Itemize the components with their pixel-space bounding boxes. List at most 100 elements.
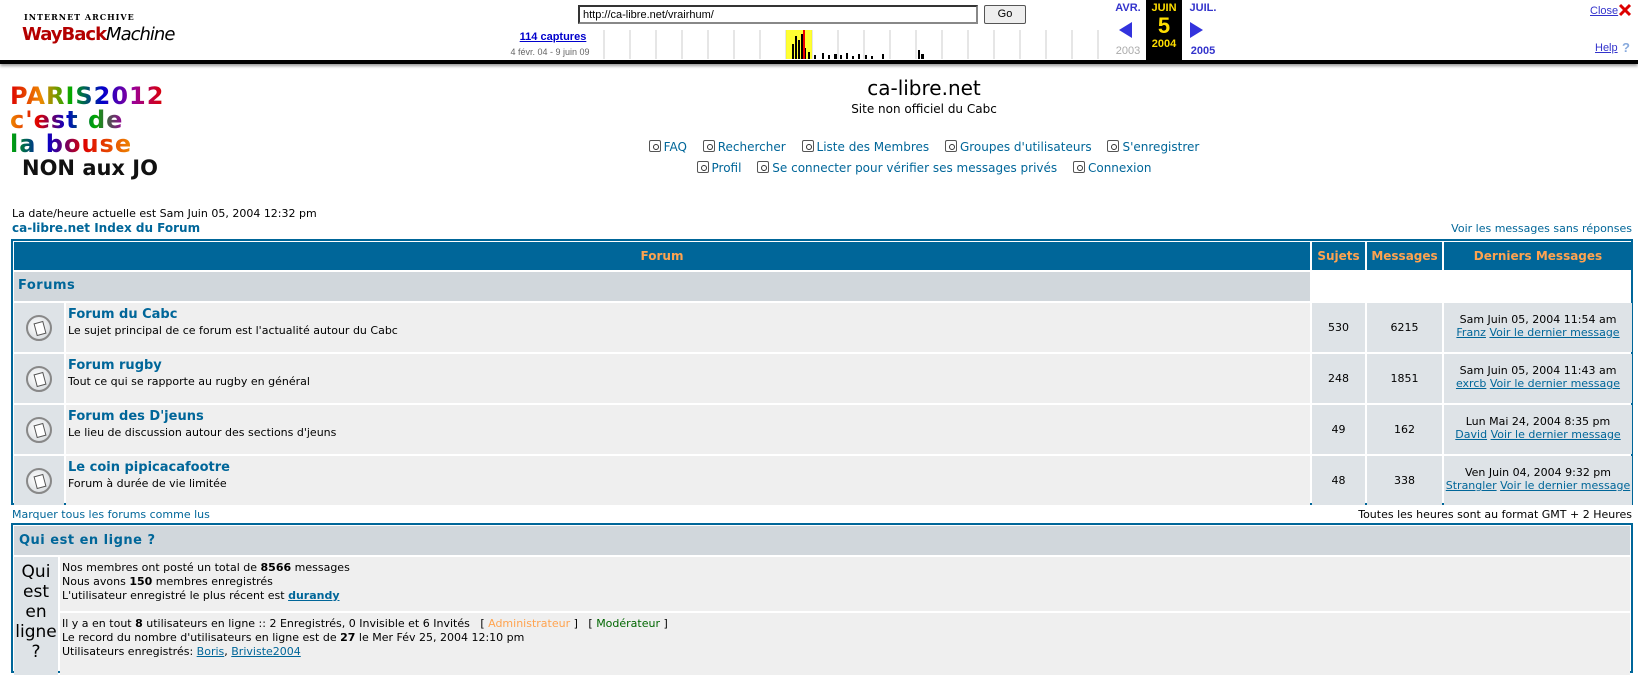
mark-all-read-link[interactable]: Marquer tous les forums comme lus (12, 508, 210, 521)
last-post-view-link[interactable]: Voir le dernier message (1489, 326, 1619, 339)
last-post-date: Sam Juin 05, 2004 11:54 am (1459, 313, 1617, 326)
forum-icon-cell (14, 303, 64, 352)
sparkline-gridlines (603, 30, 1099, 59)
online-users: Il y a en tout 8 utilisateurs en ligne :… (60, 613, 1630, 675)
groups-icon (944, 140, 957, 152)
last-post-user-link[interactable]: Strangler (1446, 479, 1497, 492)
nav-login-label: Connexion (1087, 161, 1152, 175)
nav-profile[interactable]: Profil (696, 161, 741, 175)
forum-posts-count: 162 (1367, 405, 1442, 454)
next-month-link[interactable]: JUIL. (1185, 2, 1221, 14)
last-post-user-link[interactable]: David (1455, 428, 1487, 441)
nav-members[interactable]: Liste des Membres (801, 140, 930, 154)
nav-search[interactable]: Rechercher (702, 140, 786, 154)
nav-members-label: Liste des Membres (816, 140, 930, 154)
last-post-date: Lun Mai 24, 2004 8:35 pm (1465, 415, 1611, 428)
forum-last-post: Ven Juin 04, 2004 9:32 pm Strangler Voir… (1444, 456, 1632, 505)
capture-sparkline[interactable] (582, 30, 1112, 59)
members-icon (801, 140, 814, 152)
forum-icon-cell (14, 456, 64, 505)
users-online-line: Il y a en tout 8 utilisateurs en ligne :… (62, 617, 668, 630)
legend-admin: Administrateur (488, 617, 571, 630)
nav-groups[interactable]: Groupes d'utilisateurs (944, 140, 1092, 154)
online-stats: Nos membres ont posté un total de 8566 m… (60, 557, 1630, 611)
site-title: ca-libre.net (867, 76, 981, 100)
forum-index-link[interactable]: ca-libre.net Index du Forum (12, 221, 200, 235)
go-button[interactable]: Go (984, 5, 1026, 24)
col-header-posts: Messages (1367, 242, 1442, 270)
nav-private-messages[interactable]: Se connecter pour vérifier ses messages … (757, 161, 1057, 175)
forum-description: Le sujet principal de ce forum est l'act… (68, 324, 398, 337)
user-link-boris[interactable]: Boris (197, 645, 225, 658)
nav-register[interactable]: S'enregistrer (1107, 140, 1199, 154)
next-year-link[interactable]: 2005 (1185, 45, 1221, 57)
url-input[interactable] (578, 5, 978, 24)
last-post-links: Strangler Voir le dernier message (1444, 479, 1632, 492)
nav-faq-label: FAQ (663, 140, 687, 154)
help-link[interactable]: Help (1595, 42, 1618, 54)
forum-name-link[interactable]: Le coin pipicacafootre (68, 460, 230, 475)
stat-total-posts: Nos membres ont posté un total de 8566 m… (62, 561, 350, 574)
forum-main-cell: Forum rugby Tout ce qui se rapporte au r… (66, 354, 1310, 403)
who-is-online-panel: Qui est en ligne ? Qui est en ligne ? No… (11, 523, 1633, 675)
forum-row: Forum rugby Tout ce qui se rapporte au r… (14, 354, 1632, 403)
last-post-view-link[interactable]: Voir le dernier message (1491, 428, 1621, 441)
online-side-label: Qui est en ligne ? (14, 557, 58, 675)
forum-icon-cell (14, 405, 64, 454)
forum-last-post: Lun Mai 24, 2004 8:35 pm David Voir le d… (1444, 405, 1632, 454)
last-post-date: Sam Juin 05, 2004 11:43 am (1459, 364, 1617, 377)
main-nav-row-2: Profil Se connecter pour vérifier ses me… (0, 161, 1638, 175)
close-link[interactable]: Close (1590, 5, 1618, 17)
wayback-logo-machine: Machine (106, 24, 175, 45)
next-arrow-icon[interactable] (1190, 22, 1203, 38)
forum-table: Forum Sujets Messages Derniers Messages … (11, 239, 1633, 505)
forum-topics-count: 49 (1312, 405, 1365, 454)
wayback-toolbar: INTERNET ARCHIVE WayBackMachine Go 114 c… (0, 0, 1638, 64)
users-record-line: Le record du nombre d'utilisateurs en li… (62, 631, 525, 644)
help-icon[interactable]: ? (1622, 40, 1630, 55)
stat-members: Nous avons 150 membres enregistrés (62, 575, 273, 588)
unanswered-posts-link[interactable]: Voir les messages sans réponses (1451, 222, 1632, 235)
wayback-logo[interactable]: INTERNET ARCHIVE WayBackMachine (22, 10, 175, 50)
forum-posts-count: 338 (1367, 456, 1442, 505)
forum-name-link[interactable]: Forum rugby (68, 358, 162, 373)
nav-pm-label: Se connecter pour vérifier ses messages … (772, 161, 1058, 175)
faq-icon (648, 140, 661, 152)
nav-login[interactable]: Connexion (1072, 161, 1152, 175)
last-post-user-link[interactable]: Franz (1456, 326, 1486, 339)
site-subtitle: Site non officiel du Cabc (851, 102, 997, 116)
forum-name-link[interactable]: Forum des D'jeuns (68, 409, 204, 424)
user-link-briviste[interactable]: Briviste2004 (231, 645, 301, 658)
forum-icon-cell (14, 354, 64, 403)
last-post-view-link[interactable]: Voir le dernier message (1500, 479, 1630, 492)
last-post-view-link[interactable]: Voir le dernier message (1490, 377, 1620, 390)
prev-month-link[interactable]: AVR. (1113, 2, 1143, 14)
prev-arrow-icon[interactable] (1119, 22, 1132, 38)
forum-topics-count: 48 (1312, 456, 1365, 505)
current-date-box: JUIN 5 2004 (1146, 0, 1182, 60)
last-post-user-link[interactable]: exrcb (1456, 377, 1486, 390)
forum-name-link[interactable]: Forum du Cabc (68, 307, 177, 322)
online-title-link[interactable]: Qui est en ligne ? (19, 533, 156, 548)
forum-description: Forum à durée de vie limitée (68, 477, 227, 490)
nav-search-label: Rechercher (717, 140, 786, 154)
timezone-text: Toutes les heures sont au format GMT + 2… (1358, 508, 1632, 521)
last-post-links: David Voir le dernier message (1444, 428, 1632, 441)
wayback-logo-main: WayBackMachine (22, 24, 175, 45)
nav-faq[interactable]: FAQ (648, 140, 687, 154)
forum-row: Forum des D'jeuns Le lieu de discussion … (14, 405, 1632, 454)
forum-topics-count: 530 (1312, 303, 1365, 352)
forum-row: Le coin pipicacafootre Forum à durée de … (14, 456, 1632, 505)
sparkline-current-marker (803, 30, 805, 59)
forum-folder-icon (26, 468, 52, 494)
legend-moderator: Modérateur (596, 617, 660, 630)
forum-main-cell: Forum des D'jeuns Le lieu de discussion … (66, 405, 1310, 454)
category-link[interactable]: Forums (18, 278, 75, 293)
search-icon (702, 140, 715, 152)
online-header: Qui est en ligne ? (14, 526, 1630, 555)
wayback-logo-wayback: WayBack (22, 24, 107, 45)
stat-newest-member: L'utilisateur enregistré le plus récent … (62, 589, 340, 602)
forum-folder-icon (26, 315, 52, 341)
close-icon[interactable] (1618, 3, 1632, 17)
newest-member-link[interactable]: durandy (288, 589, 339, 602)
